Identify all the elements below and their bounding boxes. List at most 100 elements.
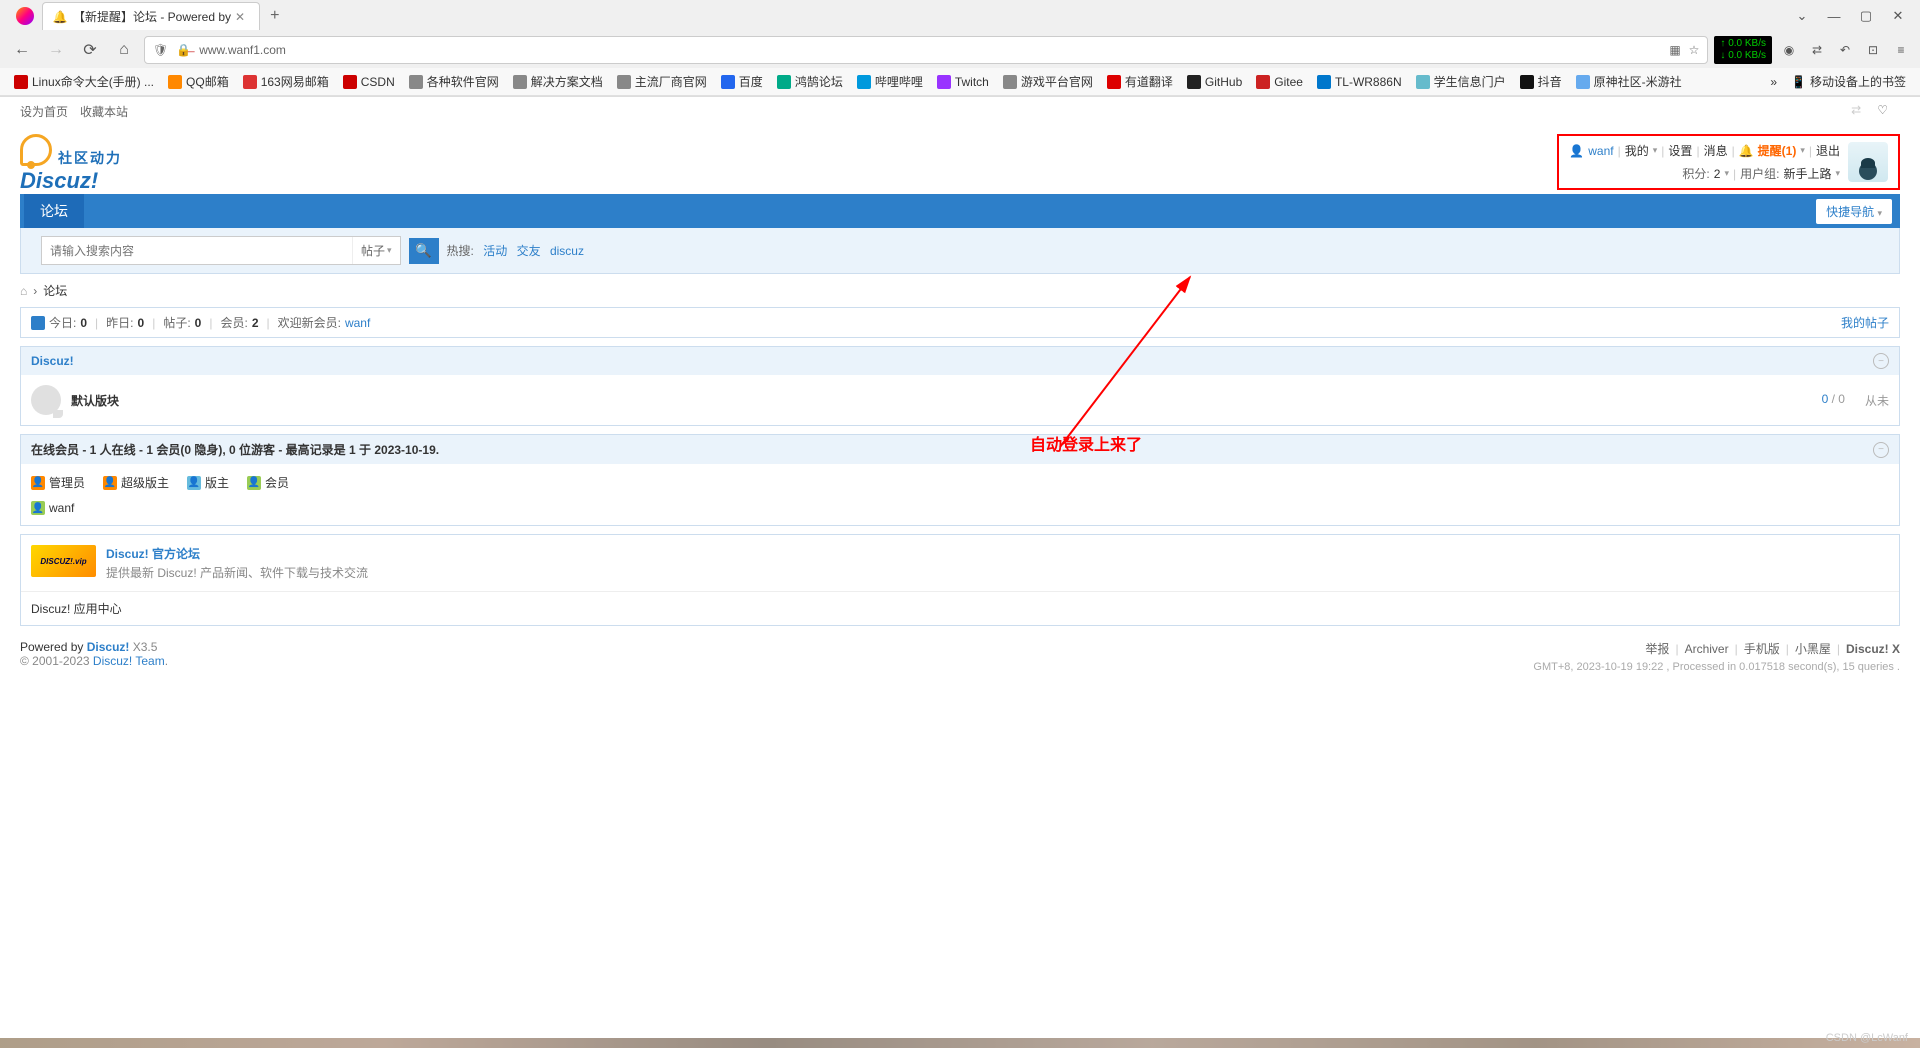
forum-icon: [31, 385, 61, 415]
points-value[interactable]: 2: [1714, 167, 1721, 181]
undo-icon[interactable]: ↶: [1834, 39, 1856, 61]
nav-forum[interactable]: 论坛: [24, 194, 84, 228]
bookmark-item[interactable]: QQ邮箱: [162, 71, 235, 92]
legend-item: 👤超级版主: [103, 474, 169, 491]
browser-tab[interactable]: 🔔 【新提醒】论坛 - Powered by ✕: [42, 2, 260, 30]
footer-link[interactable]: 举报: [1645, 642, 1669, 656]
bookmark-item[interactable]: 抖音: [1514, 71, 1568, 92]
search-button[interactable]: 🔍: [409, 238, 439, 264]
menu-icon[interactable]: ≡: [1890, 39, 1912, 61]
collapse-icon[interactable]: −: [1873, 442, 1889, 458]
bookmark-item[interactable]: 原神社区-米游社: [1570, 71, 1688, 92]
footer-link[interactable]: 小黑屋: [1795, 642, 1831, 656]
maximize-button[interactable]: ▢: [1852, 2, 1880, 30]
legend-item: 👤管理员: [31, 474, 85, 491]
group-value[interactable]: 新手上路: [1783, 165, 1831, 182]
online-user[interactable]: 👤 wanf: [31, 501, 74, 515]
qr-icon[interactable]: ▦: [1669, 43, 1680, 57]
hot-link[interactable]: discuz: [550, 244, 584, 258]
url-bar[interactable]: 🛡 🔒̶ www.wanf1.com ▦ ☆: [144, 36, 1708, 64]
search-type[interactable]: 帖子▾: [352, 237, 400, 264]
hot-link[interactable]: 交友: [517, 244, 541, 258]
logo[interactable]: 社区动力 Discuz!: [20, 134, 122, 194]
toggle-icon[interactable]: ⇄: [1851, 103, 1861, 120]
search-input[interactable]: [42, 237, 352, 264]
bookmark-item[interactable]: Twitch: [931, 73, 995, 91]
bookmark-item[interactable]: 各种软件官网: [403, 71, 505, 92]
mobile-bookmarks[interactable]: 📱 移动设备上的书签: [1785, 71, 1912, 92]
logout-link[interactable]: 退出: [1816, 142, 1840, 159]
footer-link[interactable]: 手机版: [1744, 642, 1780, 656]
library-icon[interactable]: ⊡: [1862, 39, 1884, 61]
bookmark-item[interactable]: 解决方案文档: [507, 71, 609, 92]
mine-link[interactable]: 我的: [1625, 142, 1649, 159]
bookmark-item[interactable]: Gitee: [1250, 73, 1309, 91]
footer-link[interactable]: Discuz! X: [1846, 642, 1900, 656]
home-button[interactable]: ⌂: [110, 36, 138, 64]
forward-button[interactable]: →: [42, 36, 70, 64]
bookmark-item[interactable]: 163网易邮箱: [237, 71, 335, 92]
bookmark-item[interactable]: 学生信息门户: [1410, 71, 1512, 92]
reload-button[interactable]: ⟳: [76, 36, 104, 64]
bell-icon: 🔔: [53, 10, 67, 24]
bookmark-item[interactable]: 游戏平台官网: [997, 71, 1099, 92]
set-homepage[interactable]: 设为首页: [20, 103, 68, 120]
crumb-forum[interactable]: 论坛: [43, 282, 67, 299]
bookmark-item[interactable]: GitHub: [1181, 73, 1248, 91]
bookmark-item[interactable]: CSDN: [337, 73, 401, 91]
close-icon[interactable]: ✕: [231, 10, 249, 24]
bookmark-more[interactable]: »: [1764, 73, 1783, 91]
chevron-icon: ›: [33, 284, 37, 298]
bookmark-item[interactable]: 哔哩哔哩: [851, 71, 929, 92]
minimize-button[interactable]: —: [1820, 2, 1848, 30]
new-member-link[interactable]: wanf: [345, 316, 370, 330]
bookmark-item[interactable]: Linux命令大全(手册) ...: [8, 71, 160, 92]
new-tab-button[interactable]: +: [260, 7, 289, 25]
network-speed: ↑ 0.0 KB/s↓ 0.0 KB/s: [1714, 36, 1772, 64]
team-link[interactable]: Discuz! Team: [93, 654, 165, 668]
user-icon: 👤: [31, 501, 45, 515]
bookmark-star-icon[interactable]: ☆: [1689, 43, 1700, 57]
forum-link[interactable]: 默认版块: [71, 392, 119, 409]
shield-icon: 🛡: [153, 43, 168, 57]
bookmark-item[interactable]: 百度: [715, 71, 769, 92]
section-title[interactable]: Discuz!: [31, 354, 74, 368]
hot-label: 热搜:: [447, 244, 474, 258]
promo-image[interactable]: DISCUZ!.vip: [31, 545, 96, 577]
username-link[interactable]: wanf: [1588, 144, 1613, 158]
avatar[interactable]: [1848, 142, 1888, 182]
messages-link[interactable]: 消息: [1704, 142, 1728, 159]
favorite-site[interactable]: 收藏本站: [80, 103, 128, 120]
discuz-link[interactable]: Discuz!: [87, 640, 130, 654]
promo-desc: 提供最新 Discuz! 产品新闻、软件下载与技术交流: [106, 564, 368, 581]
last-post: 从未: [1865, 392, 1889, 409]
legend-item: 👤版主: [187, 474, 229, 491]
user-panel: 👤 wanf | 我的▾ | 设置 | 消息 | 🔔 提醒(1)▾ | 退出 积…: [1557, 134, 1900, 190]
bookmark-item[interactable]: 有道翻译: [1101, 71, 1179, 92]
online-title: 在线会员 - 1 人在线 - 1 会员(0 隐身), 0 位游客 - 最高记录是…: [31, 441, 439, 458]
bookmark-item[interactable]: 主流厂商官网: [611, 71, 713, 92]
person-icon: 👤: [1569, 144, 1584, 158]
bell-icon: 🔔: [1739, 144, 1754, 158]
bookmark-item[interactable]: TL-WR886N: [1311, 73, 1408, 91]
footer-time: GMT+8, 2023-10-19 19:22 , Processed in 0…: [1533, 661, 1900, 673]
settings-link[interactable]: 设置: [1668, 142, 1692, 159]
close-button[interactable]: ✕: [1884, 2, 1912, 30]
bottom-strip: [0, 1038, 1920, 1048]
notify-link[interactable]: 提醒(1): [1758, 142, 1797, 159]
quick-nav[interactable]: 快捷导航 ▾: [1816, 199, 1892, 224]
lock-icon: 🔒̶: [176, 43, 191, 57]
footer-link[interactable]: Archiver: [1685, 642, 1729, 656]
app-center-link[interactable]: Discuz! 应用中心: [31, 602, 122, 616]
back-button[interactable]: ←: [8, 36, 36, 64]
extension-icon[interactable]: ◉: [1778, 39, 1800, 61]
dropdown-icon[interactable]: ⌄: [1788, 2, 1816, 30]
hot-link[interactable]: 活动: [483, 244, 507, 258]
bookmark-item[interactable]: 鸿鹄论坛: [771, 71, 849, 92]
collapse-icon[interactable]: −: [1873, 353, 1889, 369]
my-posts-link[interactable]: 我的帖子: [1841, 314, 1889, 331]
home-icon[interactable]: ⌂: [20, 284, 27, 298]
sync-icon[interactable]: ⇄: [1806, 39, 1828, 61]
promo-title[interactable]: Discuz! 官方论坛: [106, 547, 200, 561]
heart-icon[interactable]: ♡: [1877, 103, 1888, 120]
